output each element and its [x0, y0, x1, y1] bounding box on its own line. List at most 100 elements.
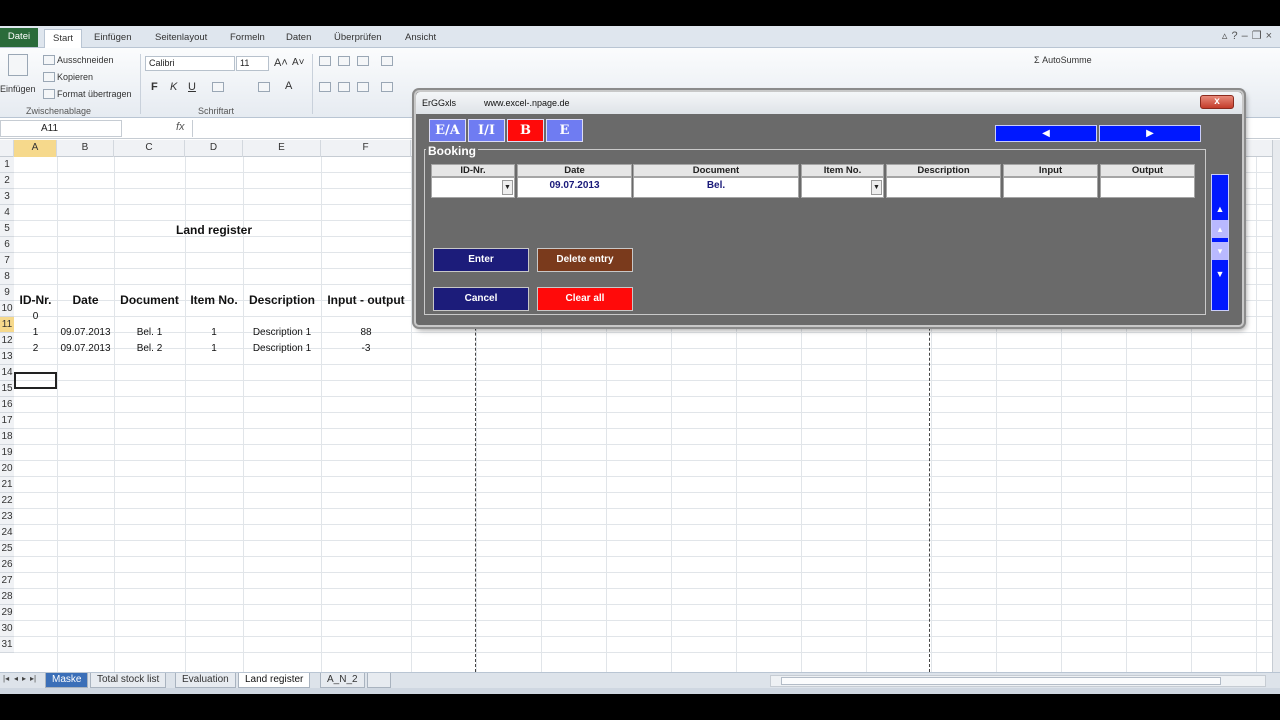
- last-sheet-icon[interactable]: ▸|: [30, 674, 36, 683]
- row-header[interactable]: 24: [0, 525, 14, 541]
- tab-review[interactable]: Überprüfen: [326, 29, 390, 48]
- record-scrollbar[interactable]: ▲ ▴ ▾ ▼: [1211, 174, 1229, 311]
- row-header[interactable]: 5: [0, 221, 14, 237]
- align-bottom-icon[interactable]: [357, 56, 369, 66]
- align-right-icon[interactable]: [357, 82, 369, 92]
- align-top-icon[interactable]: [319, 56, 331, 66]
- row-header[interactable]: 16: [0, 397, 14, 413]
- row-header[interactable]: 9: [0, 285, 14, 301]
- cell-a8[interactable]: 0: [14, 309, 57, 325]
- sheet-tab-maske[interactable]: Maske: [45, 673, 89, 688]
- description-field[interactable]: [886, 177, 1001, 198]
- active-cell-a11[interactable]: [14, 372, 57, 389]
- item-dropdown-icon[interactable]: ▼: [871, 180, 882, 195]
- window-controls[interactable]: ▵?–❐×: [1222, 29, 1276, 42]
- sheet-tab-total-stock-list[interactable]: Total stock list: [90, 673, 167, 688]
- insert-sheet-icon[interactable]: [367, 673, 391, 688]
- align-center-icon[interactable]: [338, 82, 350, 92]
- autosum-button[interactable]: Σ AutoSumme: [1034, 55, 1092, 65]
- item-combobox[interactable]: ▼: [801, 177, 884, 198]
- column-header-f[interactable]: F: [321, 140, 411, 157]
- row-header[interactable]: 27: [0, 573, 14, 589]
- document-field[interactable]: Bel.: [633, 177, 799, 198]
- column-header-e[interactable]: E: [243, 140, 321, 157]
- id-combobox[interactable]: ▼: [431, 177, 515, 198]
- fill-color-icon[interactable]: [258, 82, 270, 92]
- tab-formulas[interactable]: Formeln: [222, 29, 273, 48]
- tab-insert[interactable]: Einfügen: [86, 29, 140, 48]
- column-header-b[interactable]: B: [57, 140, 114, 157]
- row-header[interactable]: 21: [0, 477, 14, 493]
- underline-button[interactable]: U: [188, 81, 196, 93]
- insert-function-icon[interactable]: fx: [176, 121, 185, 133]
- sheet-tab-evaluation[interactable]: Evaluation: [175, 673, 236, 688]
- sheet-tab-land-register[interactable]: Land register: [238, 673, 311, 688]
- column-header-c[interactable]: C: [114, 140, 185, 157]
- format-painter-icon[interactable]: [43, 89, 55, 99]
- horizontal-scroll-thumb[interactable]: [781, 677, 1221, 685]
- format-painter-button[interactable]: Format übertragen: [57, 89, 132, 99]
- mode-button-ea[interactable]: E/A: [429, 119, 466, 142]
- row-header[interactable]: 26: [0, 557, 14, 573]
- cell-date[interactable]: 09.07.2013: [57, 341, 114, 357]
- input-field[interactable]: [1003, 177, 1098, 198]
- bold-button[interactable]: F: [151, 81, 158, 93]
- row-header[interactable]: 23: [0, 509, 14, 525]
- cell-document[interactable]: Bel. 1: [114, 325, 185, 341]
- tab-file[interactable]: Datei: [0, 28, 38, 47]
- delete-entry-button[interactable]: Delete entry: [537, 248, 633, 272]
- tab-start[interactable]: Start: [44, 29, 83, 48]
- row-header[interactable]: 6: [0, 237, 14, 253]
- dialog-close-button[interactable]: x: [1200, 95, 1234, 109]
- borders-icon[interactable]: [212, 82, 224, 92]
- cell-date[interactable]: 09.07.2013: [57, 325, 114, 341]
- next-sheet-icon[interactable]: ▸: [22, 674, 26, 683]
- output-field[interactable]: [1100, 177, 1195, 198]
- font-color-icon[interactable]: A: [285, 80, 292, 92]
- cell-description[interactable]: Description 1: [243, 325, 321, 341]
- row-header[interactable]: 15: [0, 381, 14, 397]
- row-header[interactable]: 10: [0, 301, 14, 317]
- scroll-down-fast-icon[interactable]: ▼: [1212, 265, 1228, 283]
- tab-page-layout[interactable]: Seitenlayout: [147, 29, 215, 48]
- vertical-scrollbar[interactable]: [1272, 140, 1280, 672]
- id-dropdown-icon[interactable]: ▼: [502, 180, 513, 195]
- row-header[interactable]: 11: [0, 317, 14, 333]
- scroll-up-fast-icon[interactable]: ▲: [1212, 200, 1228, 218]
- column-header-a[interactable]: A: [14, 140, 57, 157]
- row-header[interactable]: 14: [0, 365, 14, 381]
- copy-icon[interactable]: [43, 72, 55, 82]
- copy-button[interactable]: Kopieren: [57, 72, 93, 82]
- mode-button-e[interactable]: E: [546, 119, 583, 142]
- select-all-corner[interactable]: [0, 140, 14, 157]
- indent-icon[interactable]: [381, 82, 393, 92]
- clear-all-button[interactable]: Clear all: [537, 287, 633, 311]
- grow-font-icon[interactable]: A˄: [274, 57, 288, 69]
- cell-description[interactable]: Description 1: [243, 341, 321, 357]
- row-header[interactable]: 1: [0, 157, 14, 173]
- help-icon[interactable]: ?: [1231, 30, 1241, 42]
- row-header[interactable]: 22: [0, 493, 14, 509]
- cell-id[interactable]: 1: [14, 325, 57, 341]
- column-header-d[interactable]: D: [185, 140, 243, 157]
- row-header[interactable]: 29: [0, 605, 14, 621]
- sheet-tab-a-n-2[interactable]: A_N_2: [320, 673, 365, 688]
- row-header[interactable]: 25: [0, 541, 14, 557]
- align-middle-icon[interactable]: [338, 56, 350, 66]
- cell-input-output[interactable]: -3: [321, 341, 411, 357]
- close-icon[interactable]: ×: [1266, 30, 1276, 42]
- cell-document[interactable]: Bel. 2: [114, 341, 185, 357]
- row-header[interactable]: 31: [0, 637, 14, 653]
- row-header[interactable]: 8: [0, 269, 14, 285]
- font-size-select[interactable]: 11: [236, 56, 269, 71]
- scroll-up-icon[interactable]: ▴: [1212, 220, 1228, 238]
- cancel-button[interactable]: Cancel: [433, 287, 529, 311]
- restore-icon[interactable]: ❐: [1252, 30, 1266, 42]
- cell-item[interactable]: 1: [185, 341, 243, 357]
- cut-button[interactable]: Ausschneiden: [57, 55, 114, 65]
- minimize-icon[interactable]: –: [1242, 30, 1252, 42]
- font-name-select[interactable]: Calibri: [145, 56, 235, 71]
- dialog-titlebar[interactable]: ErGGxls www.excel-.npage.de x: [416, 92, 1242, 114]
- italic-button[interactable]: K: [170, 81, 177, 93]
- name-box[interactable]: A11: [0, 120, 122, 137]
